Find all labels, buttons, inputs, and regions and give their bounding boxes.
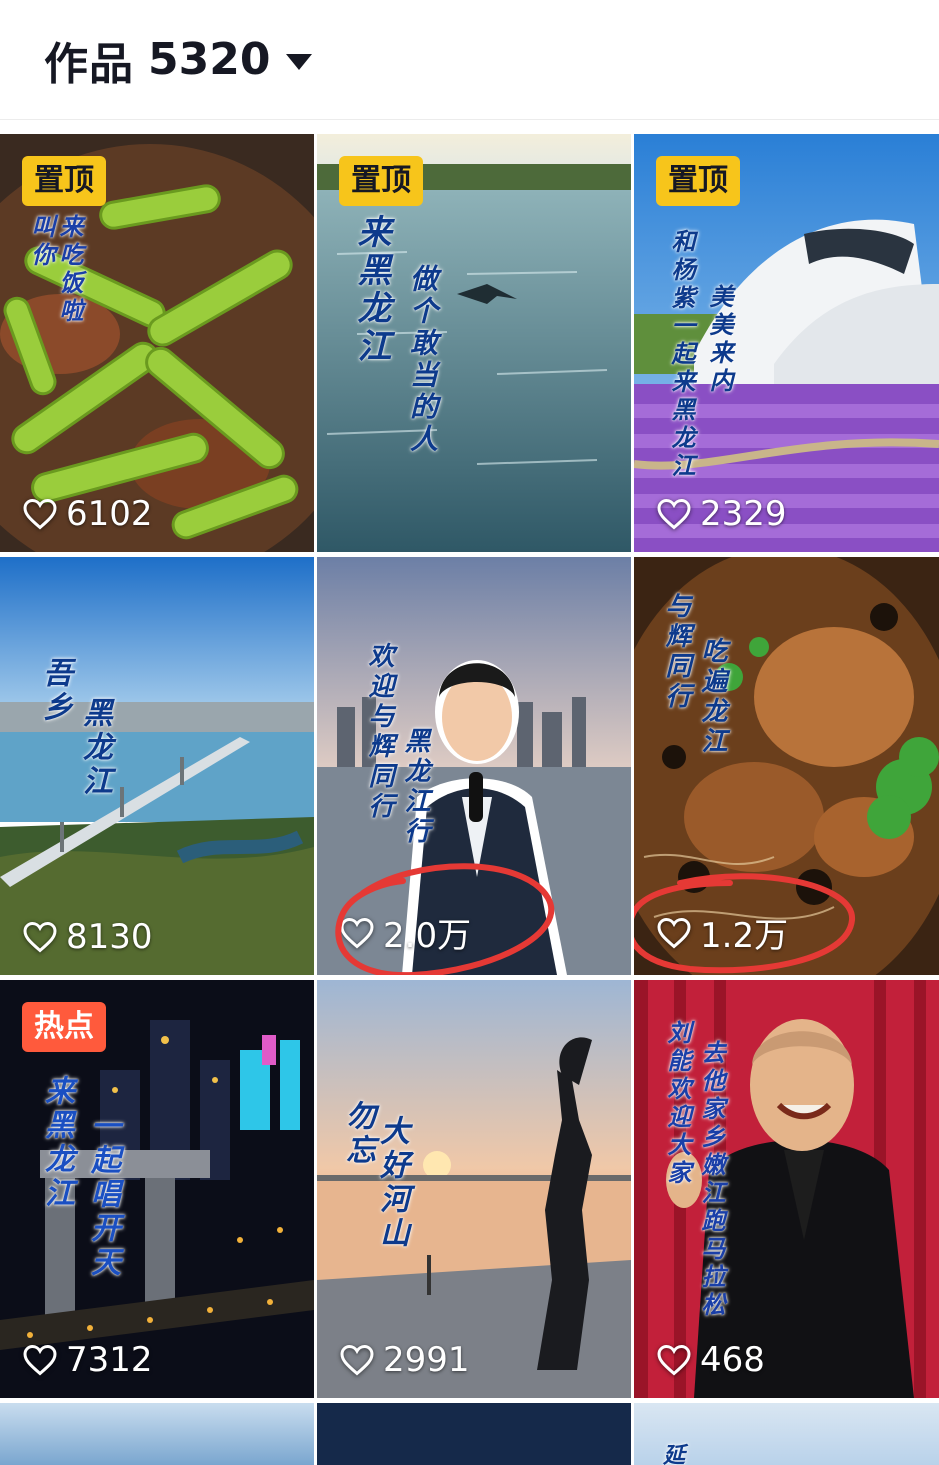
heart-icon — [23, 1344, 57, 1376]
overlay-caption: 吾乡 — [37, 657, 72, 725]
like-count: 6102 — [22, 494, 153, 534]
works-count: 5320 — [148, 34, 271, 85]
like-count-value: 468 — [700, 1340, 765, 1380]
heart-icon — [657, 917, 691, 948]
like-count: 2.0万 — [339, 908, 471, 957]
video-grid: 置顶 来吃饭啦 叫你 6102 置顶 来黑龙江 做个敢当的人 置顶 和杨紫一起来… — [0, 134, 939, 1465]
like-count-value: 2.0万 — [383, 916, 472, 956]
like-count: 8130 — [22, 917, 153, 957]
heart-icon — [657, 1344, 691, 1376]
overlay-caption: 叫你 — [27, 214, 56, 270]
video-tile-9[interactable]: 刘能欢迎大家 去他家乡嫩江跑马拉松 468 — [634, 980, 939, 1398]
video-tile-12[interactable]: 延 — [634, 1403, 939, 1465]
heart-icon — [23, 921, 57, 953]
overlay-caption: 黑龙江行 — [400, 727, 430, 847]
overlay-caption: 做个敢当的人 — [406, 264, 439, 456]
tile-thumbnail — [317, 980, 631, 1398]
overlay-caption: 黑龙江 — [77, 697, 112, 799]
like-count-value: 2329 — [700, 494, 787, 534]
video-tile-2[interactable]: 置顶 来黑龙江 做个敢当的人 — [317, 134, 631, 552]
like-count-value: 7312 — [66, 1340, 153, 1380]
overlay-caption: 大好河山 — [374, 1115, 409, 1251]
heart-icon — [23, 498, 57, 530]
tile-thumbnail — [317, 1403, 631, 1465]
works-title: 作品 — [44, 38, 134, 90]
heart-icon — [340, 1344, 374, 1376]
pinned-badge: 置顶 — [22, 156, 106, 206]
overlay-caption: 来黑龙江 — [39, 1075, 74, 1211]
like-count: 1.2万 — [656, 908, 788, 957]
video-tile-10[interactable] — [0, 1403, 314, 1465]
like-count: 2329 — [656, 494, 787, 534]
video-tile-5[interactable]: 欢迎与辉同行 黑龙江行 2.0万 — [317, 557, 631, 975]
works-header[interactable]: 作品 5320 — [0, 0, 939, 120]
video-tile-11[interactable] — [317, 1403, 631, 1465]
video-tile-6[interactable]: 与辉同行 吃遍龙江 1.2万 — [634, 557, 939, 975]
overlay-caption: 与辉同行 — [661, 592, 691, 712]
overlay-caption: 去他家乡嫩江跑马拉松 — [697, 1040, 726, 1320]
overlay-caption: 来黑龙江 — [351, 214, 391, 366]
like-count: 7312 — [22, 1340, 153, 1380]
overlay-caption: 和杨紫一起来黑龙江 — [667, 229, 696, 481]
like-count-value: 2991 — [383, 1340, 470, 1380]
overlay-caption: 美美来内 — [705, 284, 734, 396]
tile-thumbnail — [0, 557, 314, 975]
pinned-badge: 置顶 — [656, 156, 740, 206]
tile-thumbnail — [0, 1403, 314, 1465]
video-tile-8[interactable]: 勿忘 大好河山 2991 — [317, 980, 631, 1398]
video-tile-4[interactable]: 吾乡 黑龙江 8130 — [0, 557, 314, 975]
heart-icon — [340, 917, 374, 948]
overlay-caption: 欢迎与辉同行 — [364, 642, 394, 822]
overlay-caption: 一起唱开天 — [85, 1110, 120, 1280]
like-count: 2991 — [339, 1340, 470, 1380]
heart-icon — [657, 498, 691, 530]
video-tile-7[interactable]: 热点 来黑龙江 一起唱开天 7312 — [0, 980, 314, 1398]
video-tile-3[interactable]: 置顶 和杨紫一起来黑龙江 美美来内 2329 — [634, 134, 939, 552]
caret-down-icon[interactable] — [286, 53, 313, 70]
overlay-caption: 延 — [659, 1443, 685, 1465]
like-count-value: 8130 — [66, 917, 153, 957]
like-count-value: 6102 — [66, 494, 153, 534]
like-count-value: 1.2万 — [700, 916, 789, 956]
video-tile-1[interactable]: 置顶 来吃饭啦 叫你 6102 — [0, 134, 314, 552]
pinned-badge: 置顶 — [339, 156, 423, 206]
overlay-caption: 刘能欢迎大家 — [663, 1020, 692, 1188]
like-count: 468 — [656, 1340, 765, 1380]
overlay-caption: 吃遍龙江 — [697, 637, 727, 757]
hot-badge: 热点 — [22, 1002, 106, 1052]
